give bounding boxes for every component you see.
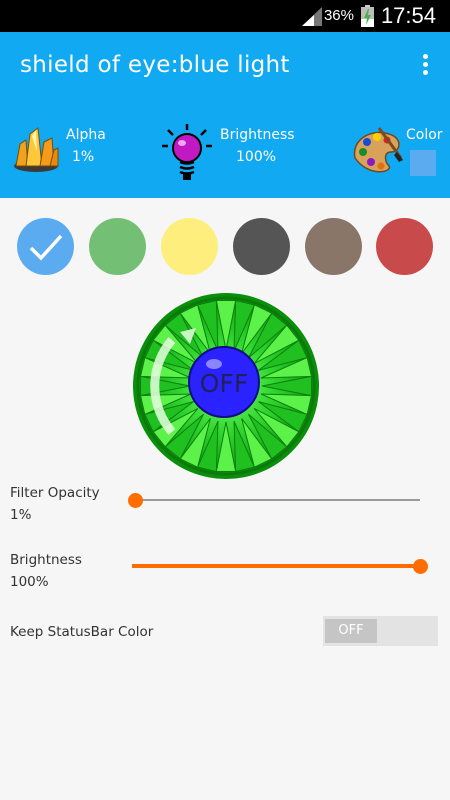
battery-percent: 36% <box>323 7 354 24</box>
brightness-label: Brightness <box>220 127 295 143</box>
swatch-green[interactable] <box>89 218 146 275</box>
toggle-knob: OFF <box>325 619 377 643</box>
slider-fill <box>132 564 420 568</box>
clock: 17:54 <box>380 3 436 28</box>
current-color-swatch <box>410 150 436 176</box>
keep-statusbar-label: Keep StatusBar Color <box>10 624 154 640</box>
brightness-setting-value: 100% <box>10 574 49 590</box>
info-bar: Alpha 1% Brightness 100% Color <box>0 102 450 198</box>
signal-icon <box>302 7 322 26</box>
battery-charging-icon <box>361 5 374 27</box>
status-bar: 36% 17:54 <box>0 0 450 32</box>
color-label: Color <box>406 127 443 143</box>
palette-icon <box>353 127 403 173</box>
filter-opacity-slider[interactable] <box>128 491 420 509</box>
app-bar: shield of eye:blue light <box>0 32 450 102</box>
eye-power-button[interactable] <box>132 292 320 480</box>
swatch-dark-gray[interactable] <box>233 218 290 275</box>
keep-statusbar-toggle[interactable]: OFF <box>323 616 438 646</box>
slider-track <box>132 499 420 501</box>
brightness-setting-label: Brightness <box>10 552 82 568</box>
slider-thumb[interactable] <box>128 493 143 508</box>
checkmark-icon <box>29 234 63 261</box>
overflow-menu-icon[interactable] <box>420 54 430 80</box>
color-swatches <box>0 218 450 275</box>
swatch-yellow[interactable] <box>161 218 218 275</box>
alpha-label: Alpha <box>66 127 106 143</box>
slider-thumb[interactable] <box>413 559 428 574</box>
swatch-brown[interactable] <box>305 218 362 275</box>
brightness-slider[interactable] <box>132 557 428 575</box>
filter-opacity-value: 1% <box>10 507 32 523</box>
lightbulb-icon <box>162 124 212 180</box>
swatch-blue[interactable] <box>17 218 74 275</box>
crystals-icon <box>14 127 59 172</box>
brightness-value: 100% <box>236 149 277 165</box>
swatch-red[interactable] <box>376 218 433 275</box>
filter-opacity-label: Filter Opacity <box>10 485 100 501</box>
app-title: shield of eye:blue light <box>20 52 290 78</box>
alpha-value: 1% <box>72 149 95 165</box>
